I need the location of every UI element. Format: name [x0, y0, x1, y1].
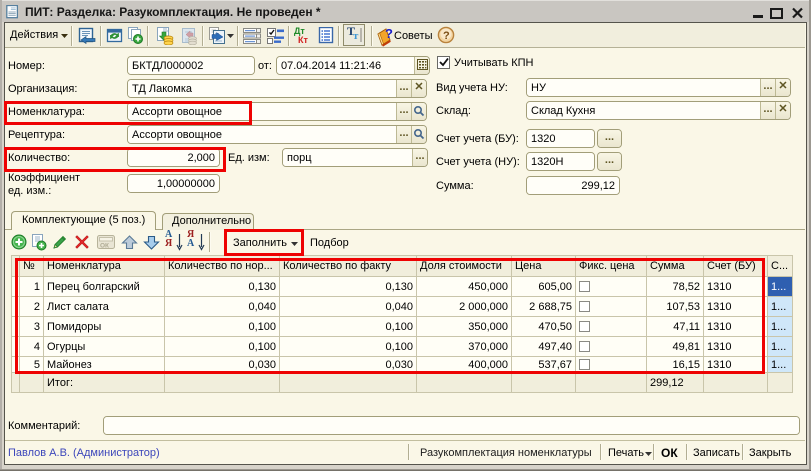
svg-text:?: ?	[385, 26, 393, 41]
svg-text:?: ?	[443, 30, 450, 42]
svg-text:ОК: ОК	[100, 243, 109, 250]
